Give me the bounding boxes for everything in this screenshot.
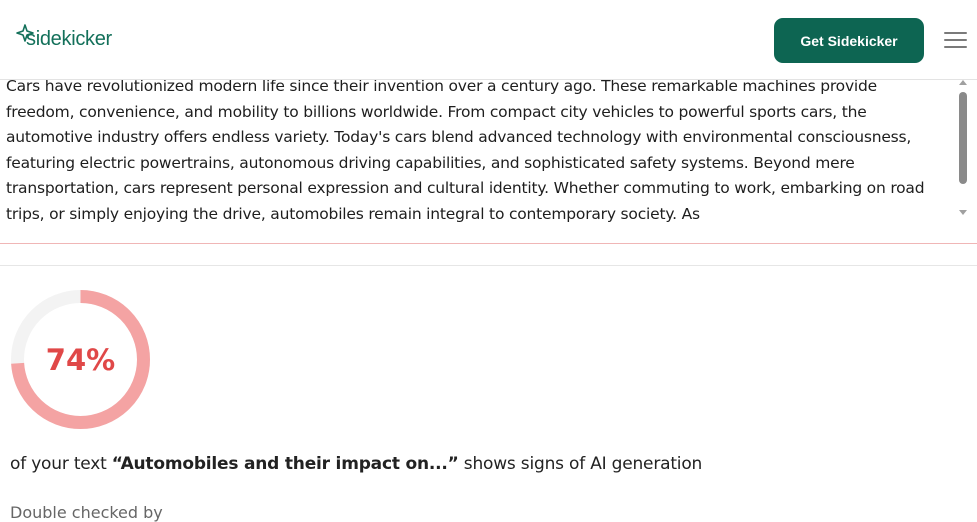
result-prefix: of your text bbox=[10, 454, 112, 474]
scroll-thumb[interactable] bbox=[959, 92, 967, 184]
sidekicker-logo[interactable]: sidekicker bbox=[16, 24, 112, 54]
text-area-scrollbar[interactable] bbox=[955, 80, 971, 222]
result-quote: “Automobiles and their impact on...” bbox=[111, 454, 459, 474]
menu-bar-middle bbox=[944, 39, 967, 41]
logo-text: sidekicker bbox=[26, 28, 112, 50]
sparkle-logo-icon bbox=[16, 24, 34, 42]
input-text-area[interactable]: Cars have revolutionized modern life sin… bbox=[0, 80, 977, 244]
ai-score-percent: 74% bbox=[45, 342, 116, 377]
menu-bar-bottom bbox=[944, 46, 967, 48]
result-summary: of your text “Automobiles and their impa… bbox=[10, 454, 950, 474]
result-suffix: shows signs of AI generation bbox=[458, 454, 703, 474]
section-divider bbox=[0, 265, 977, 266]
get-sidekicker-button[interactable]: Get Sidekicker bbox=[774, 18, 924, 63]
double-checked-label: Double checked by bbox=[10, 503, 163, 522]
menu-bar-top bbox=[944, 32, 967, 34]
top-header: sidekicker Get Sidekicker bbox=[0, 0, 977, 80]
scroll-down-arrow-icon[interactable] bbox=[959, 210, 967, 215]
input-text: Cars have revolutionized modern life sin… bbox=[6, 80, 925, 223]
scroll-up-arrow-icon[interactable] bbox=[959, 80, 967, 85]
hamburger-menu-icon[interactable] bbox=[944, 30, 968, 50]
